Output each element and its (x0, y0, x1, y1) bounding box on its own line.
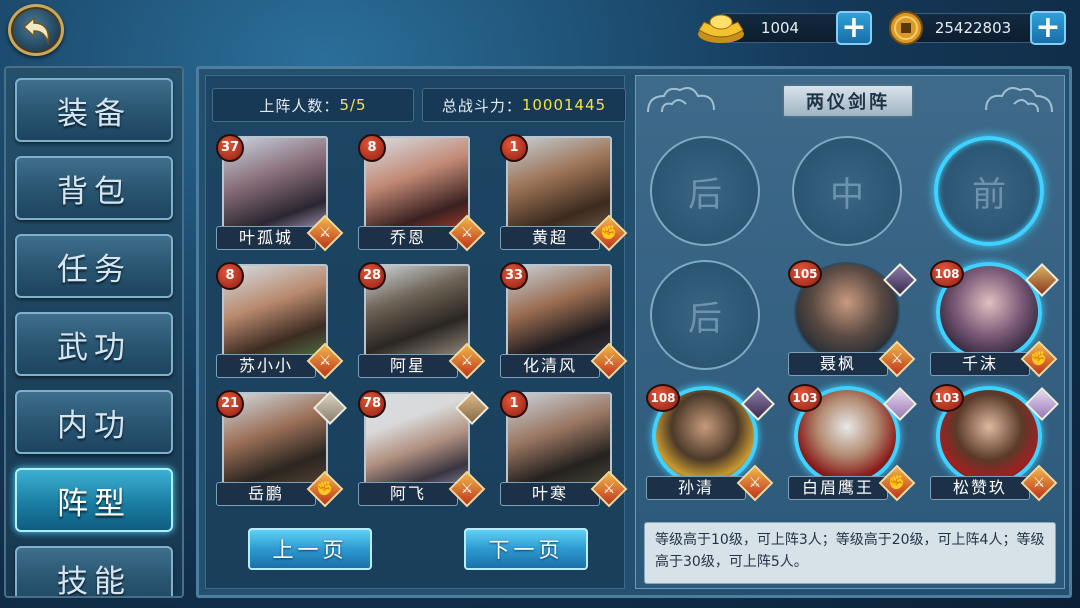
hero-roster: 上阵人数： 5/5 总战斗力： 10001445 37 叶孤城 ⚔ 8 乔恩 ⚔ 1… (205, 75, 628, 589)
menu-item-tasks[interactable]: 任务 (15, 234, 173, 298)
add-ingot-button[interactable]: + (836, 11, 872, 45)
level-badge: 105 (788, 260, 822, 288)
ingot-currency: 1004 + (696, 10, 872, 46)
menu-item-skills[interactable]: 技能 (15, 546, 173, 598)
menu-item-formation[interactable]: 阵型 (15, 468, 173, 532)
level-badge: 1 (500, 134, 528, 162)
hero-name: 岳鹏 (216, 482, 316, 506)
formation-slot-back[interactable]: 后 (650, 260, 760, 370)
hero-name: 黄超 (500, 226, 600, 250)
plus-icon: + (841, 10, 867, 45)
total-power: 总战斗力： 10001445 (422, 88, 626, 122)
formation-hero[interactable]: 103 松赞玖 ⚔ (930, 384, 1059, 502)
level-badge: 8 (216, 262, 244, 290)
formation-rule-text: 等级高于10级，可上阵3人；等级高于20级，可上阵4人；等级高于30级，可上阵5… (644, 522, 1056, 584)
level-badge: 8 (358, 134, 386, 162)
menu-label: 背包 (57, 173, 131, 210)
slot-label: 中 (830, 174, 864, 215)
formation-slot-back[interactable]: 后 (650, 136, 760, 246)
menu-label: 任务 (57, 251, 131, 288)
hero-name: 白眉鹰王 (788, 476, 888, 500)
back-button[interactable] (8, 4, 64, 56)
hero-card[interactable]: 78 阿飞 ⚔ (358, 390, 489, 508)
slot-label: 后 (688, 298, 722, 339)
slot-label: 后 (688, 174, 722, 215)
level-badge: 28 (358, 262, 386, 290)
hero-name: 苏小小 (216, 354, 316, 378)
menu-item-inner-power[interactable]: 内功 (15, 390, 173, 454)
level-badge: 1 (500, 390, 528, 418)
next-page-button[interactable]: 下一页 (464, 528, 588, 570)
deploy-count-value: 5/5 (339, 96, 367, 114)
formation-panel: 上阵人数： 5/5 总战斗力： 10001445 37 叶孤城 ⚔ 8 乔恩 ⚔ 1… (196, 66, 1072, 598)
hero-name: 千沫 (930, 352, 1030, 376)
level-badge: 108 (646, 384, 680, 412)
slot-label: 前 (972, 174, 1006, 215)
menu-label: 内功 (57, 407, 131, 444)
menu-label: 阵型 (57, 485, 131, 522)
prev-page-button[interactable]: 上一页 (248, 528, 372, 570)
menu-item-equipment[interactable]: 装备 (15, 78, 173, 142)
hero-name: 阿飞 (358, 482, 458, 506)
hero-card[interactable]: 33 化清风 ⚔ (500, 262, 628, 380)
total-power-label: 总战斗力： (441, 96, 522, 115)
hero-card[interactable]: 28 阿星 ⚔ (358, 262, 486, 380)
hero-card[interactable]: 21 岳鹏 ✊ (216, 390, 347, 508)
menu-label: 装备 (57, 95, 131, 132)
formation-hero[interactable]: 103 白眉鹰王 ✊ (788, 384, 917, 502)
coin-value: 25422803 (912, 13, 1034, 43)
menu-label: 武功 (57, 329, 131, 366)
deploy-count: 上阵人数： 5/5 (212, 88, 414, 122)
hero-name: 叶孤城 (216, 226, 316, 250)
hero-name: 聂枫 (788, 352, 888, 376)
level-badge: 108 (930, 260, 964, 288)
level-badge: 103 (930, 384, 964, 412)
formation-hero[interactable]: 108 千沫 ✊ (930, 260, 1059, 378)
gold-ingot-icon (698, 14, 744, 43)
formation-slot-middle[interactable]: 中 (792, 136, 902, 246)
level-badge: 21 (216, 390, 244, 418)
add-coin-button[interactable]: + (1030, 11, 1066, 45)
hero-name: 乔恩 (358, 226, 458, 250)
formation-title: 两仪剑阵 (782, 84, 914, 118)
back-arrow-icon (22, 16, 50, 45)
menu-item-bag[interactable]: 背包 (15, 156, 173, 220)
formation-hero[interactable]: 108 孙清 ⚔ (646, 384, 775, 502)
cloud-ornament-icon (647, 87, 715, 113)
level-badge: 33 (500, 262, 528, 290)
formation-board: 两仪剑阵 后 中 前 后 105 聂枫 ⚔ 108 千沫 ✊ 108 孙清 ⚔ (635, 75, 1065, 589)
deploy-count-label: 上阵人数： (259, 96, 340, 115)
hero-name: 孙清 (646, 476, 746, 500)
hero-name: 松赞玖 (930, 476, 1030, 500)
side-menu: 装备 背包 任务 武功 内功 阵型 技能 (4, 66, 184, 598)
level-badge: 37 (216, 134, 244, 162)
copper-coin-icon (889, 11, 923, 45)
formation-slot-front[interactable]: 前 (934, 136, 1044, 246)
hero-card[interactable]: 37 叶孤城 ⚔ (216, 134, 344, 252)
level-badge: 78 (358, 390, 386, 418)
hero-name: 叶寒 (500, 482, 600, 506)
plus-icon: + (1035, 10, 1061, 45)
menu-item-martial-arts[interactable]: 武功 (15, 312, 173, 376)
hero-card[interactable]: 8 苏小小 ⚔ (216, 262, 344, 380)
coin-currency: 25422803 + (888, 10, 1066, 46)
cloud-ornament-icon (985, 87, 1053, 113)
formation-hero[interactable]: 105 聂枫 ⚔ (788, 260, 917, 378)
level-badge: 103 (788, 384, 822, 412)
hero-card[interactable]: 8 乔恩 ⚔ (358, 134, 486, 252)
hero-card[interactable]: 1 叶寒 ⚔ (500, 390, 628, 508)
hero-card[interactable]: 1 黄超 ✊ (500, 134, 628, 252)
total-power-value: 10001445 (521, 96, 607, 114)
hero-name: 化清风 (500, 354, 600, 378)
menu-label: 技能 (57, 563, 131, 598)
hero-name: 阿星 (358, 354, 458, 378)
